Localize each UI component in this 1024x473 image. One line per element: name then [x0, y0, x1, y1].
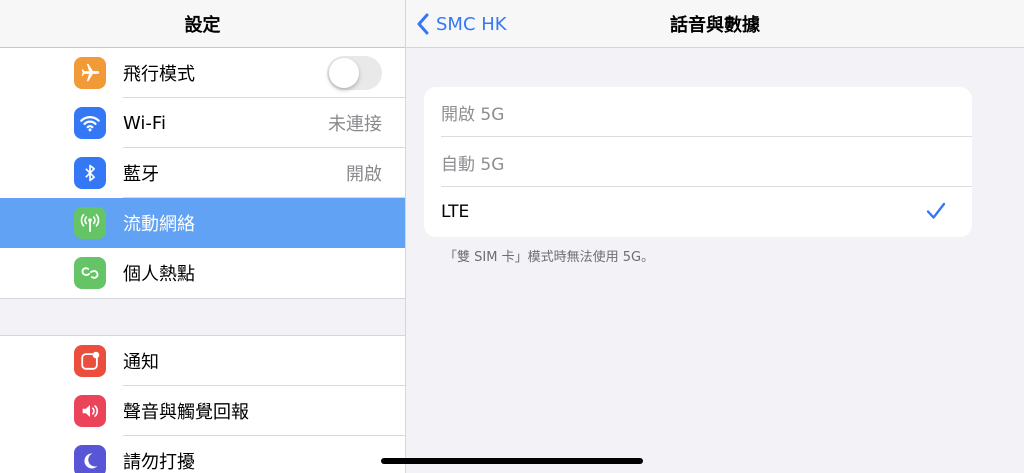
sidebar-item-sounds-haptics[interactable]: 聲音與觸覺回報 [0, 386, 405, 436]
group-spacer [0, 298, 405, 336]
sidebar-item-notifications[interactable]: 通知 [0, 336, 405, 386]
sidebar-item-personal-hotspot[interactable]: 個人熱點 [0, 248, 405, 298]
detail-nav-bar: SMC HK 話音與數據 [406, 0, 1024, 48]
option-5g-auto[interactable]: 自動 5G [424, 137, 972, 187]
sidebar-item-airplane-mode[interactable]: 飛行模式 [0, 48, 405, 98]
settings-group-notifications: 通知 聲音與觸覺回報 請勿打擾 [0, 336, 405, 473]
option-label: 自動 5G [441, 154, 505, 175]
voice-data-options-list: 開啟 5G 自動 5G LTE [424, 87, 972, 237]
settings-sidebar: 設定 飛行模式 Wi-Fi 未連接 藍牙 開啟 流動網絡 個人熱點 通知 聲音與… [0, 0, 406, 473]
airplane-mode-toggle[interactable] [327, 56, 382, 90]
dual-sim-footnote: 「雙 SIM 卡」模式時無法使用 5G。 [444, 250, 655, 265]
sidebar-title: 設定 [0, 0, 405, 48]
moon-icon [74, 445, 106, 473]
sidebar-item-label: 通知 [123, 352, 159, 373]
sidebar-item-label: 飛行模式 [123, 64, 195, 85]
bluetooth-status-value: 開啟 [346, 164, 382, 185]
sidebar-item-label: 藍牙 [123, 164, 159, 185]
settings-group-connectivity: 飛行模式 Wi-Fi 未連接 藍牙 開啟 流動網絡 個人熱點 [0, 48, 405, 298]
sidebar-item-bluetooth[interactable]: 藍牙 開啟 [0, 148, 405, 198]
home-indicator[interactable] [381, 458, 643, 464]
toggle-knob [329, 58, 359, 88]
wifi-icon [74, 107, 106, 139]
option-5g-on[interactable]: 開啟 5G [424, 87, 972, 137]
page-title: 話音與數據 [670, 15, 760, 36]
wifi-status-value: 未連接 [328, 114, 382, 135]
sidebar-item-label: 請勿打擾 [123, 452, 195, 473]
airplane-icon [74, 57, 106, 89]
option-label: LTE [441, 202, 470, 222]
cellular-antenna-icon [74, 207, 106, 239]
sidebar-item-wifi[interactable]: Wi-Fi 未連接 [0, 98, 405, 148]
voice-data-detail-pane: SMC HK 話音與數據 開啟 5G 自動 5G LTE 「雙 SIM 卡」模式… [406, 0, 1024, 473]
option-label: 開啟 5G [441, 104, 505, 125]
hotspot-link-icon [74, 257, 106, 289]
bluetooth-icon [74, 157, 106, 189]
checkmark-icon [926, 202, 946, 219]
notifications-icon [74, 345, 106, 377]
sidebar-item-label: 個人熱點 [123, 264, 195, 285]
sidebar-item-do-not-disturb[interactable]: 請勿打擾 [0, 436, 405, 473]
sidebar-item-cellular[interactable]: 流動網絡 [0, 198, 405, 248]
option-lte[interactable]: LTE [424, 187, 972, 237]
sidebar-item-label: 聲音與觸覺回報 [123, 402, 249, 423]
sidebar-item-label: Wi-Fi [123, 112, 166, 134]
sidebar-item-label: 流動網絡 [123, 214, 195, 235]
speaker-icon [74, 395, 106, 427]
